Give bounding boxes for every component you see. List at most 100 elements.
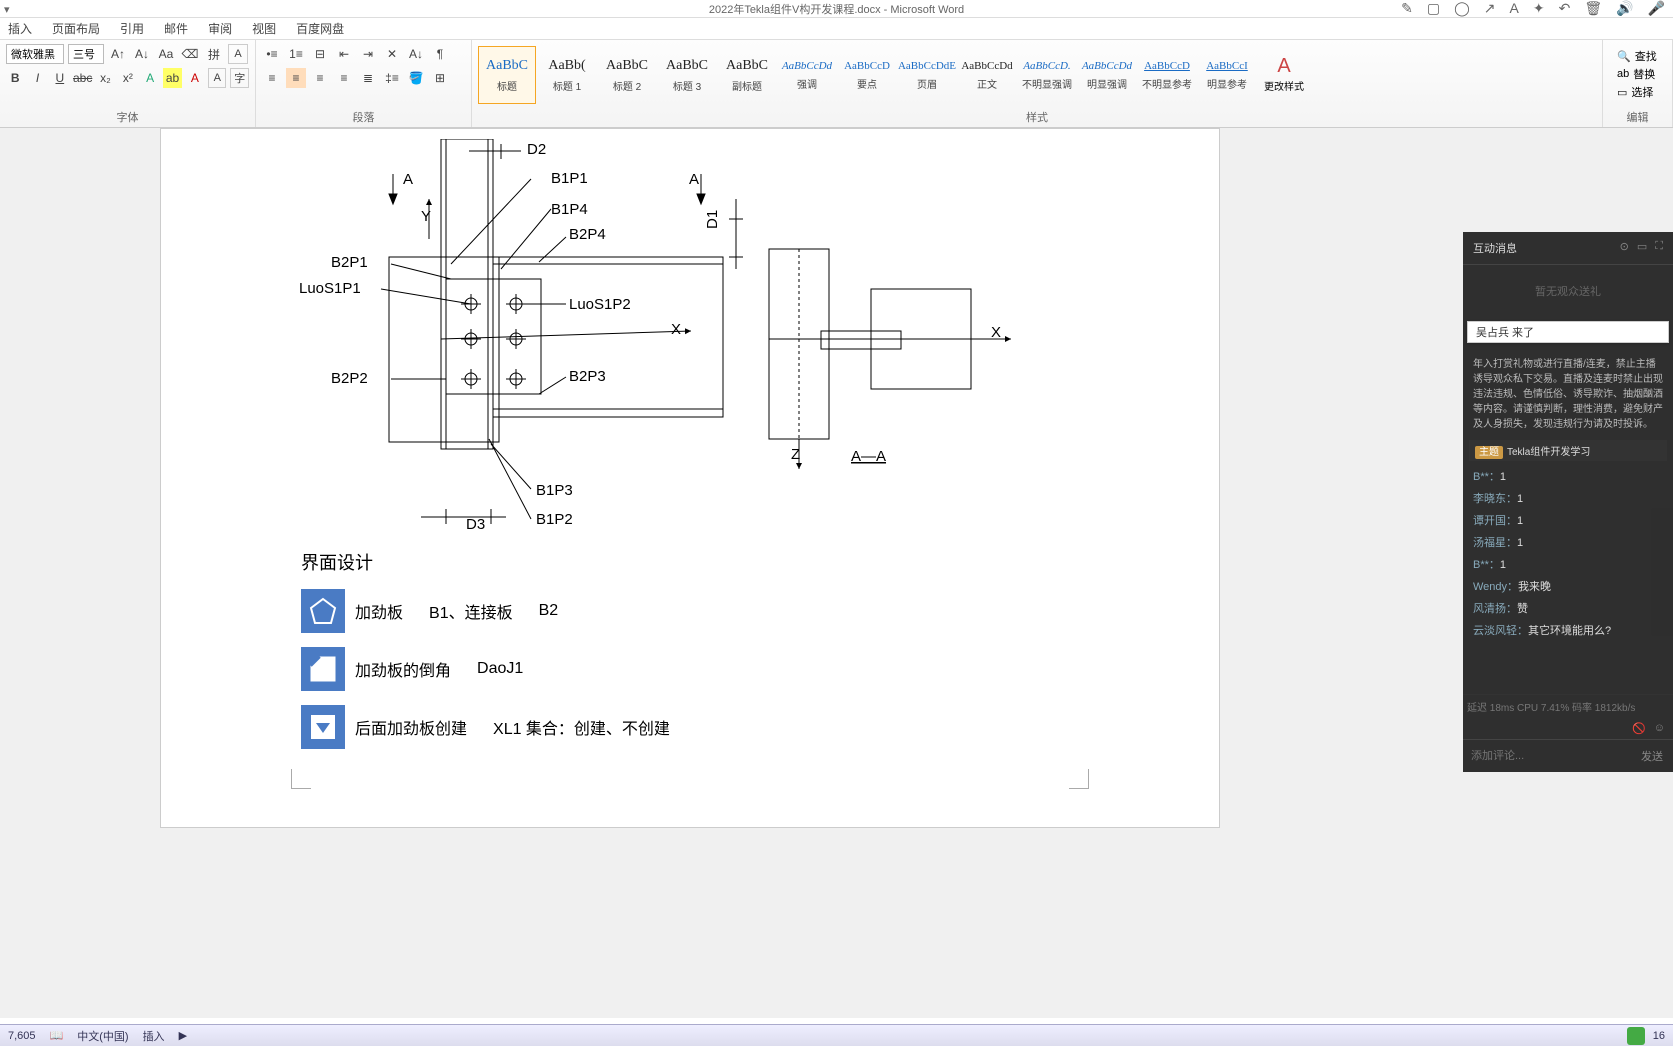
dropdown-icon (301, 705, 345, 749)
highlight-icon[interactable]: ab (163, 68, 181, 88)
document-area[interactable]: D2 A A B1P1 B1P4 B2P4 B2P1 LuoS1P1 LuoS1… (0, 128, 1673, 1018)
indent-left-icon[interactable]: ⇤ (334, 44, 354, 64)
style-item[interactable]: AaBbCcD要点 (838, 46, 896, 104)
qat-menu-icon[interactable]: ▾ (4, 3, 16, 15)
chat-message: 云淡风轻：其它环境能用么? (1469, 619, 1667, 641)
underline-icon[interactable]: U (51, 68, 69, 88)
font-size-combo[interactable]: 三号 (68, 44, 104, 64)
style-item[interactable]: AaBbCcDd强调 (778, 46, 836, 104)
distribute-icon[interactable]: ≣ (358, 68, 378, 88)
tab-insert[interactable]: 插入 (8, 20, 32, 37)
style-item[interactable]: AaBbC副标题 (718, 46, 776, 104)
trash-icon[interactable]: 🗑 (1584, 0, 1602, 17)
mic-icon[interactable]: 🎤 (1648, 0, 1665, 17)
show-marks-icon[interactable]: ¶ (430, 44, 450, 64)
label-a2: A (689, 171, 699, 188)
tab-mailings[interactable]: 邮件 (164, 20, 188, 37)
chat-header: 互动消息 ⊙ ▭ ⛶ (1463, 232, 1673, 265)
select-button[interactable]: ▭选择 (1617, 84, 1658, 100)
status-macro-icon[interactable]: ▶ (179, 1029, 187, 1042)
char-shading-icon[interactable]: A (208, 68, 227, 88)
status-spell-icon[interactable]: 📖 (50, 1029, 64, 1042)
font-color-icon[interactable]: A (186, 68, 204, 88)
char-border-icon[interactable]: 字 (230, 68, 249, 88)
align-left-icon[interactable]: ≡ (262, 68, 282, 88)
style-item[interactable]: AaBbC标题 3 (658, 46, 716, 104)
font-name-combo[interactable]: 微软雅黑 (6, 44, 64, 64)
chat-block-icon[interactable]: 🚫 (1632, 722, 1646, 735)
ribbon: 微软雅黑 三号 A↑ A↓ Aa ⌫ 拼 A B I U abc x₂ x² A… (0, 40, 1673, 128)
shrink-font-icon[interactable]: A↓ (132, 44, 152, 64)
justify-icon[interactable]: ≡ (334, 68, 354, 88)
pencil-icon[interactable]: ✎ (1401, 0, 1413, 17)
style-item[interactable]: AaBbCcDdE页眉 (898, 46, 956, 104)
style-item[interactable]: AaBbCcDd明显强调 (1078, 46, 1136, 104)
style-item[interactable]: AaBbC标题 (478, 46, 536, 104)
clear-format-icon[interactable]: ⌫ (180, 44, 200, 64)
superscript-icon[interactable]: x² (119, 68, 137, 88)
chat-input[interactable] (1463, 740, 1631, 772)
styles-gallery[interactable]: AaBbC标题AaBb(标题 1AaBbC标题 2AaBbC标题 3AaBbC副… (478, 44, 1256, 104)
line-spacing-icon[interactable]: ‡≡ (382, 68, 402, 88)
tab-references[interactable]: 引用 (120, 20, 144, 37)
subscript-icon[interactable]: x₂ (96, 68, 114, 88)
text-effects-icon[interactable]: A (141, 68, 159, 88)
style-item[interactable]: AaBb(标题 1 (538, 46, 596, 104)
style-item[interactable]: AaBbCcD.不明显强调 (1018, 46, 1076, 104)
chat-pin-icon[interactable]: ⊙ (1620, 240, 1629, 256)
tab-review[interactable]: 审阅 (208, 20, 232, 37)
chat-emoji-icon[interactable]: ☺ (1654, 722, 1665, 735)
style-item[interactable]: AaBbCcD不明显参考 (1138, 46, 1196, 104)
arrow-icon[interactable]: ↗ (1484, 0, 1496, 17)
multilevel-icon[interactable]: ⊟ (310, 44, 330, 64)
undo-icon[interactable]: ↶ (1559, 0, 1571, 17)
chamfer-icon (301, 647, 345, 691)
status-zoom[interactable]: 16 (1653, 1030, 1665, 1042)
tab-view[interactable]: 视图 (252, 20, 276, 37)
strike-icon[interactable]: abc (73, 68, 92, 88)
enclose-char-icon[interactable]: A (228, 44, 248, 64)
borders-icon[interactable]: ⊞ (430, 68, 450, 88)
change-case-icon[interactable]: Aa (156, 44, 176, 64)
label-z: Z (791, 446, 800, 463)
chat-min-icon[interactable]: ▭ (1637, 240, 1647, 256)
user-join-popup: 吴占兵 来了 (1467, 321, 1669, 343)
ime-badge-icon[interactable] (1627, 1027, 1645, 1045)
label-d1: D1 (704, 210, 721, 229)
shading-icon[interactable]: 🪣 (406, 68, 426, 88)
tab-baidu[interactable]: 百度网盘 (296, 20, 344, 37)
label-b2p1: B2P1 (331, 254, 368, 271)
numbering-icon[interactable]: 1≡ (286, 44, 306, 64)
indent-right-icon[interactable]: ⇥ (358, 44, 378, 64)
sparkle-icon[interactable]: ✦ (1533, 0, 1545, 17)
style-item[interactable]: AaBbCcDd正文 (958, 46, 1016, 104)
square-icon[interactable]: ▢ (1427, 0, 1440, 17)
align-right-icon[interactable]: ≡ (310, 68, 330, 88)
circle-icon[interactable]: ◯ (1454, 0, 1470, 17)
find-button[interactable]: 🔍查找 (1617, 48, 1658, 64)
phonetic-icon[interactable]: 拼 (204, 44, 224, 64)
change-styles-button[interactable]: A 更改样式 (1256, 44, 1312, 104)
grow-font-icon[interactable]: A↑ (108, 44, 128, 64)
tab-layout[interactable]: 页面布局 (52, 20, 100, 37)
status-insert-mode[interactable]: 插入 (143, 1028, 165, 1044)
label-b2p2: B2P2 (331, 370, 368, 387)
sort-icon[interactable]: A↓ (406, 44, 426, 64)
style-item[interactable]: AaBbC标题 2 (598, 46, 656, 104)
chat-expand-icon[interactable]: ⛶ (1655, 240, 1663, 256)
status-language[interactable]: 中文(中国) (77, 1028, 128, 1044)
style-item[interactable]: AaBbCcI明显参考 (1198, 46, 1256, 104)
bullets-icon[interactable]: •≡ (262, 44, 282, 64)
chat-send-button[interactable]: 发送 (1631, 740, 1673, 772)
replace-button[interactable]: ab替换 (1617, 66, 1658, 82)
align-center-icon[interactable]: ≡ (286, 68, 306, 88)
group-label-styles: 样式 (478, 107, 1596, 125)
italic-icon[interactable]: I (28, 68, 46, 88)
chat-body[interactable]: 年入打赏礼物或进行直播/连麦，禁止主播诱导观众私下交易。直播及连麦时禁止出现违法… (1463, 347, 1673, 694)
status-word-count[interactable]: 7,605 (8, 1030, 36, 1042)
asian-layout-icon[interactable]: ✕ (382, 44, 402, 64)
sound-icon[interactable]: 🔊 (1616, 0, 1633, 17)
text-a-icon[interactable]: A (1510, 0, 1519, 17)
bold-icon[interactable]: B (6, 68, 24, 88)
label-b1p4: B1P4 (551, 201, 588, 218)
